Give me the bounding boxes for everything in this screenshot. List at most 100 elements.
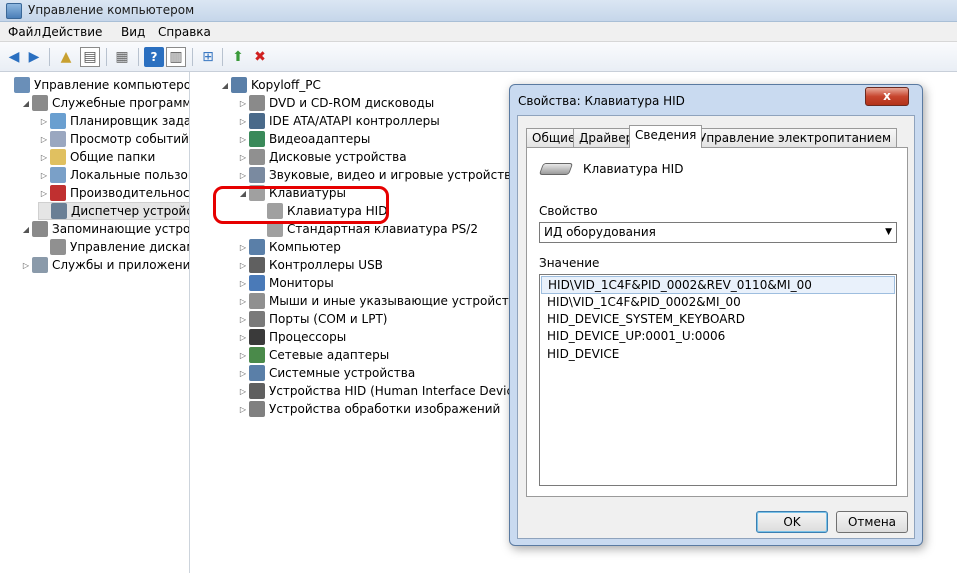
list-item[interactable]: HID\VID_1C4F&PID_0002&REV_0110&MI_00 (541, 276, 895, 294)
tree-item-label: Управление дисками (70, 240, 190, 254)
list-item[interactable]: HID\VID_1C4F&PID_0002&MI_00 (541, 294, 895, 312)
properties-icon[interactable]: ▦ (112, 47, 132, 67)
tree-item[interactable]: ▷ DVD и CD-ROM дисководы (237, 94, 434, 112)
value-listbox[interactable]: HID\VID_1C4F&PID_0002&REV_0110&MI_00 HID… (539, 274, 897, 486)
action-pane-icon[interactable]: ▥ (166, 47, 186, 67)
expand-arrow-icon[interactable]: ▷ (237, 351, 249, 360)
device-category-icon (32, 95, 48, 111)
forward-arrow-icon[interactable]: ▶ (24, 47, 44, 67)
cancel-button[interactable]: Отмена (836, 511, 908, 533)
tree-item-label: Производительность (70, 186, 190, 200)
menu-action[interactable]: Действие (42, 25, 102, 39)
update-driver-icon[interactable]: ⬆ (228, 47, 248, 67)
ok-button[interactable]: OK (756, 511, 828, 533)
device-category-icon (249, 401, 265, 417)
tree-item[interactable]: Управление дисками (38, 238, 190, 256)
tree-item[interactable]: Управление компьютером (л (2, 76, 189, 94)
expand-arrow-icon[interactable]: ◢ (219, 81, 231, 90)
expand-arrow-icon[interactable]: ▷ (38, 153, 50, 162)
properties-dialog: Свойства: Клавиатура HID x Общие Драйвер… (509, 84, 923, 546)
tree-item[interactable]: ▷ Просмотр событий (38, 130, 189, 148)
tree-item[interactable]: ▷ Видеоадаптеры (237, 130, 370, 148)
expand-arrow-icon[interactable]: ▷ (237, 405, 249, 414)
menu-view[interactable]: Вид (121, 25, 145, 39)
tree-item-label: IDE ATA/ATAPI контроллеры (269, 114, 440, 128)
expand-arrow-icon[interactable]: ◢ (20, 225, 32, 234)
tree-item[interactable]: ▷ Контроллеры USB (237, 256, 383, 274)
tree-item[interactable]: ▷ Производительность (38, 184, 190, 202)
show-hide-tree-icon[interactable]: ▤ (80, 47, 100, 67)
navigation-tree: Управление компьютером (л◢Служебные прог… (0, 72, 190, 573)
device-category-icon (249, 293, 265, 309)
tree-item[interactable]: ◢ Запоминающие устройст (20, 220, 189, 238)
expand-arrow-icon[interactable]: ▷ (237, 279, 249, 288)
expand-arrow-icon[interactable]: ▷ (237, 387, 249, 396)
expand-arrow-icon[interactable]: ▷ (38, 117, 50, 126)
menu-file[interactable]: Файл (8, 25, 41, 39)
tree-item[interactable]: ▷ Сетевые адаптеры (237, 346, 389, 364)
menu-help[interactable]: Справка (158, 25, 211, 39)
tree-item[interactable]: ▷ Дисковые устройства (237, 148, 407, 166)
up-folder-icon[interactable]: ▲ (56, 47, 76, 67)
tree-item-label: Видеоадаптеры (269, 132, 371, 146)
list-item[interactable]: HID_DEVICE_SYSTEM_KEYBOARD (541, 311, 895, 329)
expand-arrow-icon[interactable]: ▷ (237, 333, 249, 342)
property-select[interactable]: ИД оборудования ▼ (539, 222, 897, 243)
device-category-icon (50, 167, 66, 183)
expand-arrow-icon[interactable]: ▷ (237, 171, 249, 180)
tree-item-label: Мыши и иные указывающие устройства (269, 294, 524, 308)
device-category-icon (249, 329, 265, 345)
tree-item[interactable]: ▷ Порты (COM и LPT) (237, 310, 387, 328)
tree-item[interactable]: ▷ Локальные пользовате (38, 166, 189, 184)
tree-item[interactable]: ▷ Мыши и иные указывающие устройства (237, 292, 523, 310)
scan-hardware-icon[interactable]: ⊞ (198, 47, 218, 67)
tab-details[interactable]: Сведения (629, 125, 703, 148)
help-icon[interactable]: ? (144, 47, 164, 67)
tree-item[interactable]: ▷ Планировщик заданий (38, 112, 189, 130)
expand-arrow-icon[interactable]: ▷ (38, 135, 50, 144)
tree-item[interactable]: ▷ Мониторы (237, 274, 334, 292)
tree-item[interactable]: ◢ Kopyloff_PC (219, 76, 321, 94)
expand-arrow-icon[interactable]: ◢ (20, 99, 32, 108)
tree-item-label: Звуковые, видео и игровые устройства (269, 168, 519, 182)
expand-arrow-icon[interactable]: ▷ (237, 153, 249, 162)
expand-arrow-icon[interactable]: ▷ (38, 171, 50, 180)
tree-item-label: Службы и приложения (52, 258, 190, 272)
tree-item-label: Дисковые устройства (269, 150, 407, 164)
tree-item[interactable]: ▷ Системные устройства (237, 364, 415, 382)
tree-item[interactable]: ▷ Службы и приложения (20, 256, 190, 274)
expand-arrow-icon[interactable]: ▷ (237, 261, 249, 270)
list-item[interactable]: HID_DEVICE_UP:0001_U:0006 (541, 328, 895, 346)
tree-item-label: DVD и CD-ROM дисководы (269, 96, 435, 110)
expand-arrow-icon[interactable]: ▷ (237, 243, 249, 252)
tab-power-management[interactable]: Управление электропитанием (693, 128, 897, 147)
uninstall-device-icon[interactable]: ✖ (250, 47, 270, 67)
device-category-icon (231, 77, 247, 93)
toolbar-separator (138, 48, 139, 66)
expand-arrow-icon[interactable]: ▷ (237, 315, 249, 324)
device-category-icon (249, 365, 265, 381)
tree-item[interactable]: ▷ Устройства обработки изображений (237, 400, 500, 418)
expand-arrow-icon[interactable]: ▷ (20, 261, 32, 270)
expand-arrow-icon[interactable]: ▷ (237, 297, 249, 306)
expand-arrow-icon[interactable]: ▷ (237, 117, 249, 126)
tree-item-label: Контроллеры USB (269, 258, 383, 272)
expand-arrow-icon[interactable]: ▷ (237, 99, 249, 108)
tree-item[interactable]: ▷ Устройства HID (Human Interface Devices… (237, 382, 531, 400)
device-category-icon (50, 149, 66, 165)
tree-item[interactable]: ▷ Компьютер (237, 238, 341, 256)
tree-item[interactable]: Диспетчер устройств (38, 202, 189, 220)
computer-management-icon (6, 3, 22, 19)
expand-arrow-icon[interactable]: ▷ (237, 369, 249, 378)
expand-arrow-icon[interactable]: ▷ (237, 135, 249, 144)
device-category-icon (14, 77, 30, 93)
tree-item[interactable]: ▷ Общие папки (38, 148, 155, 166)
tree-item[interactable]: ▷ Звуковые, видео и игровые устройства (237, 166, 519, 184)
tree-item[interactable]: ▷ Процессоры (237, 328, 346, 346)
close-button[interactable]: x (865, 87, 909, 106)
tree-item[interactable]: ▷ IDE ATA/ATAPI контроллеры (237, 112, 440, 130)
tree-item[interactable]: ◢ Служебные программы (20, 94, 189, 112)
list-item[interactable]: HID_DEVICE (541, 346, 895, 364)
back-arrow-icon[interactable]: ◀ (4, 47, 24, 67)
expand-arrow-icon[interactable]: ▷ (38, 189, 50, 198)
